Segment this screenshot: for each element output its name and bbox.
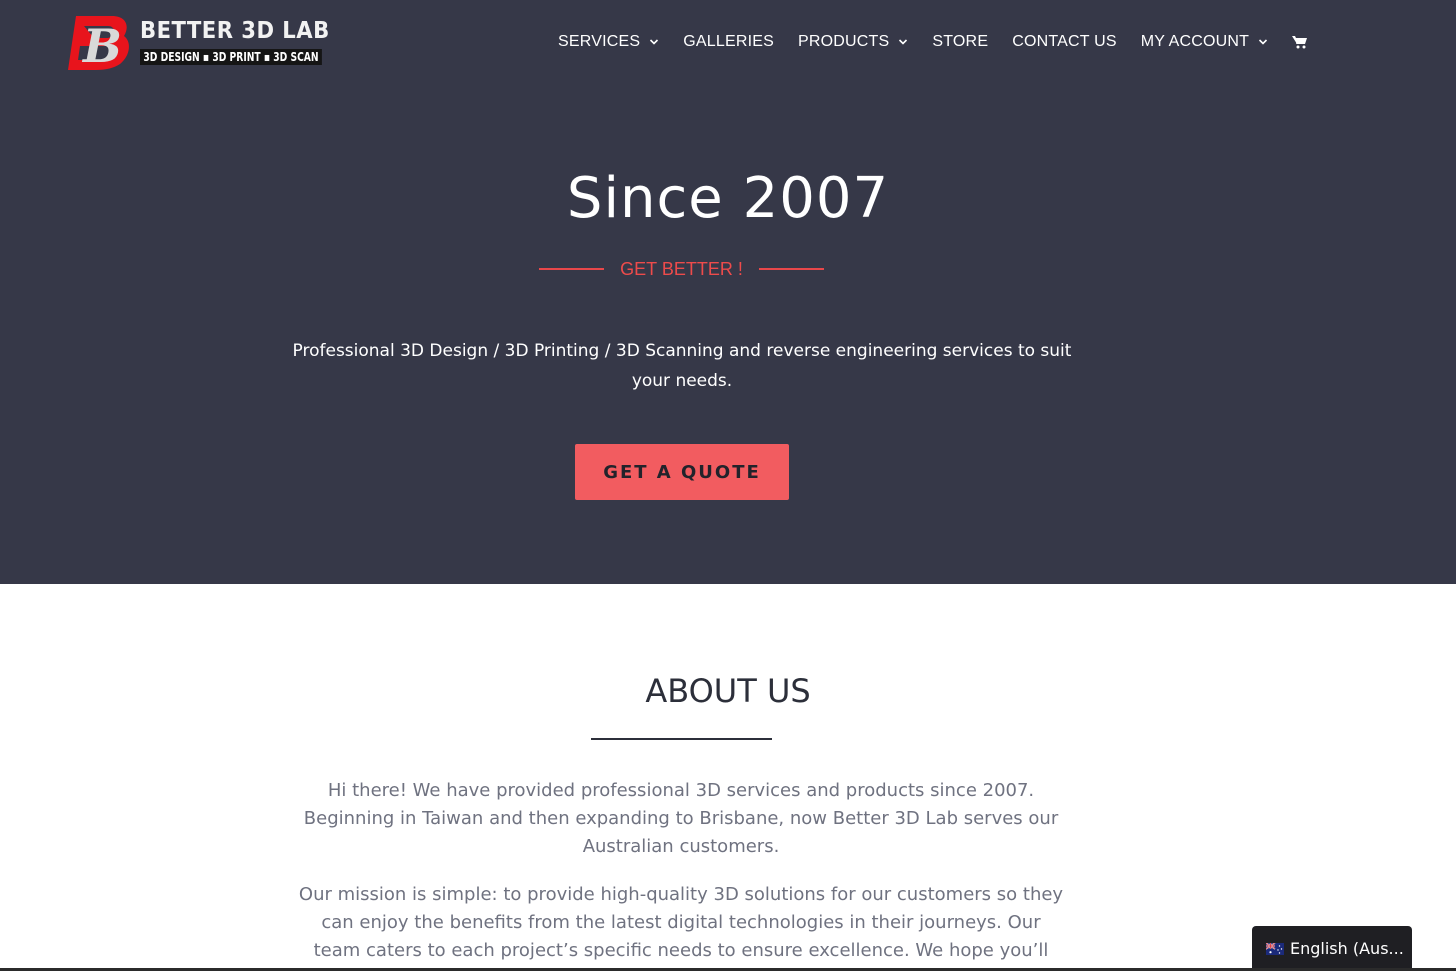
nav-item-store[interactable]: STORE bbox=[932, 33, 988, 51]
about-divider bbox=[591, 738, 772, 740]
about-paragraph-2: Our mission is simple: to provide high-q… bbox=[298, 884, 1064, 971]
chevron-down-icon bbox=[650, 39, 659, 45]
site-logo[interactable]: B BETTER 3D LAB 3D DESIGN ▪ 3D PRINT ▪ 3… bbox=[66, 12, 329, 72]
tagline-divider-right bbox=[759, 268, 824, 270]
nav-item-label: PRODUCTS bbox=[797, 33, 890, 50]
main-nav: SERVICES GALLERIES PRODUCTS STORE CONTAC… bbox=[558, 30, 1308, 54]
nav-item-galleries[interactable]: GALLERIES bbox=[683, 33, 774, 51]
chevron-down-icon bbox=[1259, 39, 1268, 45]
nav-item-label: GALLERIES bbox=[683, 33, 774, 50]
logo-tagline: 3D DESIGN ▪ 3D PRINT ▪ 3D SCAN bbox=[140, 48, 322, 65]
logo-letter: B bbox=[81, 19, 122, 72]
nav-item-services[interactable]: SERVICES bbox=[558, 33, 659, 51]
nav-item-my-account[interactable]: MY ACCOUNT bbox=[1141, 33, 1268, 51]
nav-item-label: SERVICES bbox=[558, 33, 641, 50]
hero-description: Professional 3D Design / 3D Printing / 3… bbox=[292, 341, 1072, 391]
nav-item-label: STORE bbox=[932, 33, 989, 50]
hero-tagline-row: GET BETTER ! bbox=[539, 258, 824, 280]
logo-title: BETTER 3D LAB bbox=[140, 17, 330, 44]
nav-item-contact-us[interactable]: CONTACT US bbox=[1012, 33, 1117, 51]
logo-mark-icon: B bbox=[68, 16, 129, 72]
language-label: English (Aus... bbox=[1290, 939, 1404, 958]
chevron-down-icon bbox=[899, 39, 908, 45]
tagline-divider-left bbox=[539, 268, 604, 270]
about-title: ABOUT US bbox=[645, 672, 811, 710]
australia-flag-icon bbox=[1266, 942, 1284, 955]
hero-section: B BETTER 3D LAB 3D DESIGN ▪ 3D PRINT ▪ 3… bbox=[0, 0, 1456, 584]
language-switcher[interactable]: English (Aus... bbox=[1252, 926, 1412, 971]
cart-icon[interactable] bbox=[1292, 35, 1308, 49]
nav-item-label: MY ACCOUNT bbox=[1140, 33, 1250, 50]
nav-item-products[interactable]: PRODUCTS bbox=[798, 33, 908, 51]
hero-title: Since 2007 bbox=[566, 166, 890, 231]
nav-item-label: CONTACT US bbox=[1012, 33, 1117, 50]
about-paragraph-1: Hi there! We have provided professional … bbox=[303, 780, 1059, 857]
hero-tagline: GET BETTER ! bbox=[620, 258, 743, 279]
get-a-quote-button[interactable]: GET A QUOTE bbox=[575, 444, 789, 500]
